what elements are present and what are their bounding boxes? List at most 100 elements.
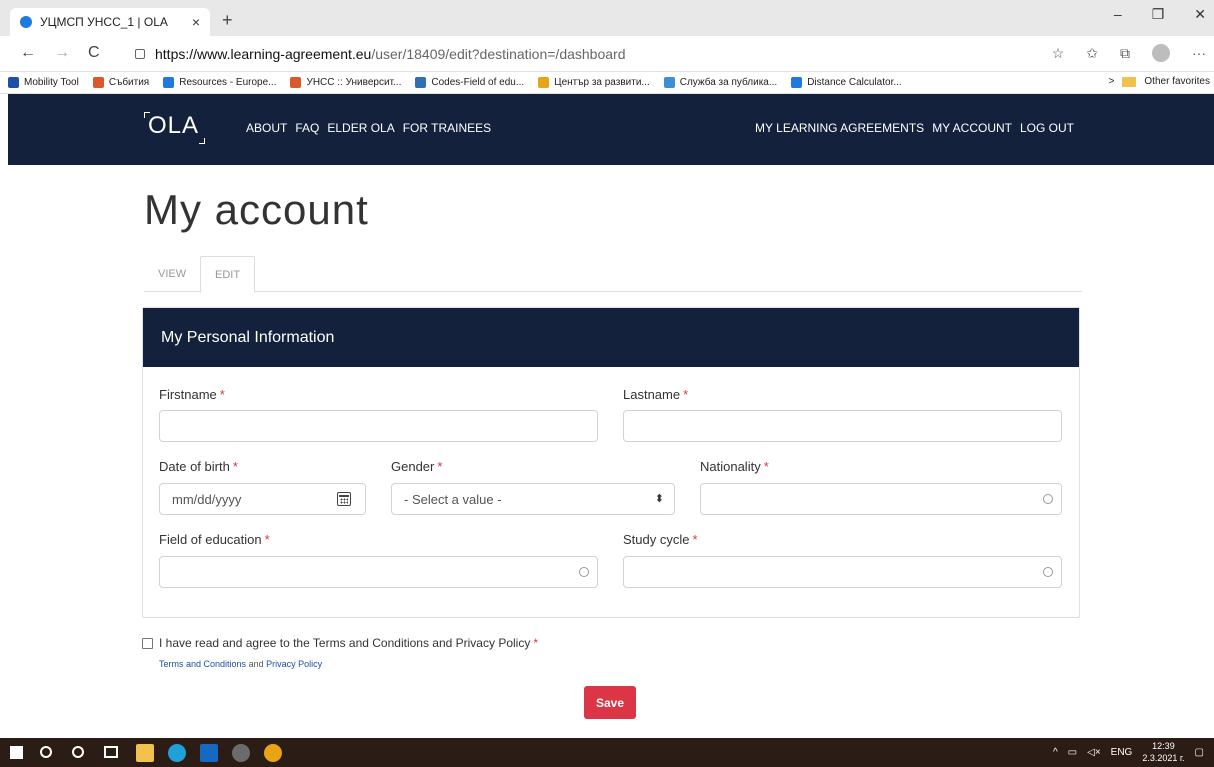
user-nav: MY LEARNING AGREEMENTS MY ACCOUNT LOG OU…: [755, 121, 1074, 135]
network-icon[interactable]: ▭: [1068, 747, 1077, 758]
terms-checkbox[interactable]: [142, 637, 153, 649]
other-favorites-link[interactable]: Other favorites: [1144, 76, 1210, 87]
favorite-label: Служба за публика...: [679, 77, 778, 88]
required-mark: *: [692, 532, 698, 547]
task-view-icon[interactable]: [104, 746, 118, 758]
collections-icon[interactable]: ⧉: [1120, 45, 1130, 62]
tab-view[interactable]: VIEW: [144, 256, 200, 292]
file-explorer-icon[interactable]: [136, 744, 154, 762]
required-mark: *: [264, 532, 270, 547]
favorite-item[interactable]: УНСС :: Университ...: [290, 77, 401, 88]
reload-icon[interactable]: C: [88, 44, 100, 62]
favorites-icon[interactable]: ✩: [1086, 45, 1098, 62]
date-of-birth-input[interactable]: mm/dd/yyyy: [159, 483, 366, 515]
firstname-label-text: Firstname: [159, 387, 217, 402]
address-bar-row: ← → C https://www.learning-agreement.eu /…: [0, 36, 1214, 72]
search-icon[interactable]: [40, 746, 52, 758]
new-tab-button[interactable]: +: [222, 10, 233, 31]
nationality-input[interactable]: [700, 483, 1062, 515]
dob-label: Date of birth *: [159, 459, 238, 474]
tab-title: УЦМСП УНСС_1 | OLA: [40, 15, 168, 29]
dob-placeholder: mm/dd/yyyy: [172, 491, 242, 507]
paint-icon[interactable]: [232, 744, 250, 762]
nav-my-account[interactable]: MY ACCOUNT: [932, 121, 1012, 135]
nav-log-out[interactable]: LOG OUT: [1020, 121, 1074, 135]
terms-label: I have read and agree to the Terms and C…: [159, 636, 531, 650]
nationality-label: Nationality *: [700, 459, 769, 474]
study-cycle-input[interactable]: [623, 556, 1062, 588]
favorite-item[interactable]: Distance Calculator...: [791, 77, 902, 88]
favorite-item[interactable]: Codes-Field of edu...: [415, 77, 524, 88]
minimize-icon[interactable]: –: [1114, 6, 1122, 23]
folder-icon: [1122, 76, 1137, 87]
terms-links: Terms and Conditions and Privacy Policy: [159, 659, 322, 669]
language-indicator[interactable]: ENG: [1111, 747, 1133, 758]
terms-and-text: and: [248, 659, 264, 669]
nav-for-trainees[interactable]: FOR TRAINEES: [403, 121, 491, 135]
clock[interactable]: 12:39 2.3.2021 г.: [1142, 740, 1184, 764]
url-field[interactable]: https://www.learning-agreement.eu/user/1…: [135, 42, 1035, 66]
favorite-icon: [163, 77, 175, 88]
nav-about[interactable]: ABOUT: [246, 121, 287, 135]
edge-taskbar-icon[interactable]: [168, 744, 186, 762]
firstname-input[interactable]: [159, 410, 598, 442]
favorite-label: Distance Calculator...: [807, 77, 902, 88]
close-tab-icon[interactable]: ×: [192, 14, 200, 30]
tab-edit[interactable]: EDIT: [200, 256, 256, 293]
gender-label-text: Gender: [391, 459, 435, 474]
page-title: My account: [144, 186, 369, 233]
maximize-icon[interactable]: ❐: [1152, 6, 1165, 23]
favorite-label: Mobility Tool: [24, 77, 79, 88]
gender-select[interactable]: - Select a value - ⬍: [391, 483, 675, 515]
notifications-icon[interactable]: ▢: [1195, 747, 1204, 758]
browser-tab[interactable]: УЦМСП УНСС_1 | OLA ×: [10, 8, 210, 36]
favorite-item[interactable]: Mobility Tool: [8, 77, 79, 88]
favorite-item[interactable]: Събития: [92, 77, 150, 88]
profile-avatar[interactable]: [1152, 44, 1170, 62]
favorite-icon: [8, 77, 19, 88]
outlook-icon[interactable]: [200, 744, 218, 762]
forward-arrow-icon[interactable]: →: [54, 44, 70, 62]
back-arrow-icon[interactable]: ←: [20, 44, 36, 62]
privacy-policy-link[interactable]: Privacy Policy: [266, 659, 322, 669]
nav-elder-ola[interactable]: ELDER OLA: [327, 121, 394, 135]
favorite-icon: [791, 77, 803, 88]
favorite-icon: [415, 77, 427, 88]
lastname-input[interactable]: [623, 410, 1062, 442]
ola-logo[interactable]: OLA: [143, 112, 206, 144]
section-title: My Personal Information: [143, 308, 1079, 367]
study-cycle-label: Study cycle *: [623, 532, 698, 547]
add-favorite-icon[interactable]: ☆: [1052, 45, 1065, 62]
calendar-icon[interactable]: [337, 492, 351, 506]
required-mark: *: [219, 387, 225, 402]
lastname-label-text: Lastname: [623, 387, 681, 402]
favorite-label: Събития: [108, 77, 150, 88]
cortana-icon[interactable]: [72, 746, 84, 758]
select-arrows-icon: ⬍: [654, 493, 664, 505]
tray-chevron-icon[interactable]: ^: [1053, 747, 1058, 758]
required-mark: *: [232, 459, 238, 474]
nav-faq[interactable]: FAQ: [295, 121, 319, 135]
favorites-bar: Mobility Tool Събития Resources - Europe..…: [0, 72, 1214, 94]
field-of-education-label-text: Field of education: [159, 532, 262, 547]
close-window-icon[interactable]: ✕: [1194, 6, 1206, 23]
favorite-item[interactable]: Служба за публика...: [663, 77, 778, 88]
favorite-label: УНСС :: Университ...: [306, 77, 402, 88]
field-of-education-input[interactable]: [159, 556, 598, 588]
windows-start-icon[interactable]: [10, 746, 23, 759]
url-host: https://www.learning-agreement.eu: [155, 46, 372, 62]
nav-my-learning-agreements[interactable]: MY LEARNING AGREEMENTS: [755, 121, 924, 135]
more-menu-icon[interactable]: ···: [1192, 45, 1206, 61]
favorite-item[interactable]: Център за развити...: [538, 77, 650, 88]
terms-and-conditions-link[interactable]: Terms and Conditions: [159, 659, 246, 669]
save-button[interactable]: Save: [584, 686, 636, 719]
favorites-chevron-icon[interactable]: >: [1109, 76, 1115, 87]
volume-icon[interactable]: ◁×: [1087, 747, 1101, 758]
windows-taskbar: ^ ▭ ◁× ENG 12:39 2.3.2021 г. ▢: [0, 738, 1214, 767]
chrome-icon[interactable]: [264, 744, 282, 762]
autocomplete-icon: [1043, 494, 1053, 504]
account-tabs: VIEW EDIT: [144, 256, 1082, 293]
favorite-icon: [92, 77, 104, 88]
favorite-item[interactable]: Resources - Europe...: [163, 77, 276, 88]
favorite-label: Център за развити...: [554, 77, 650, 88]
